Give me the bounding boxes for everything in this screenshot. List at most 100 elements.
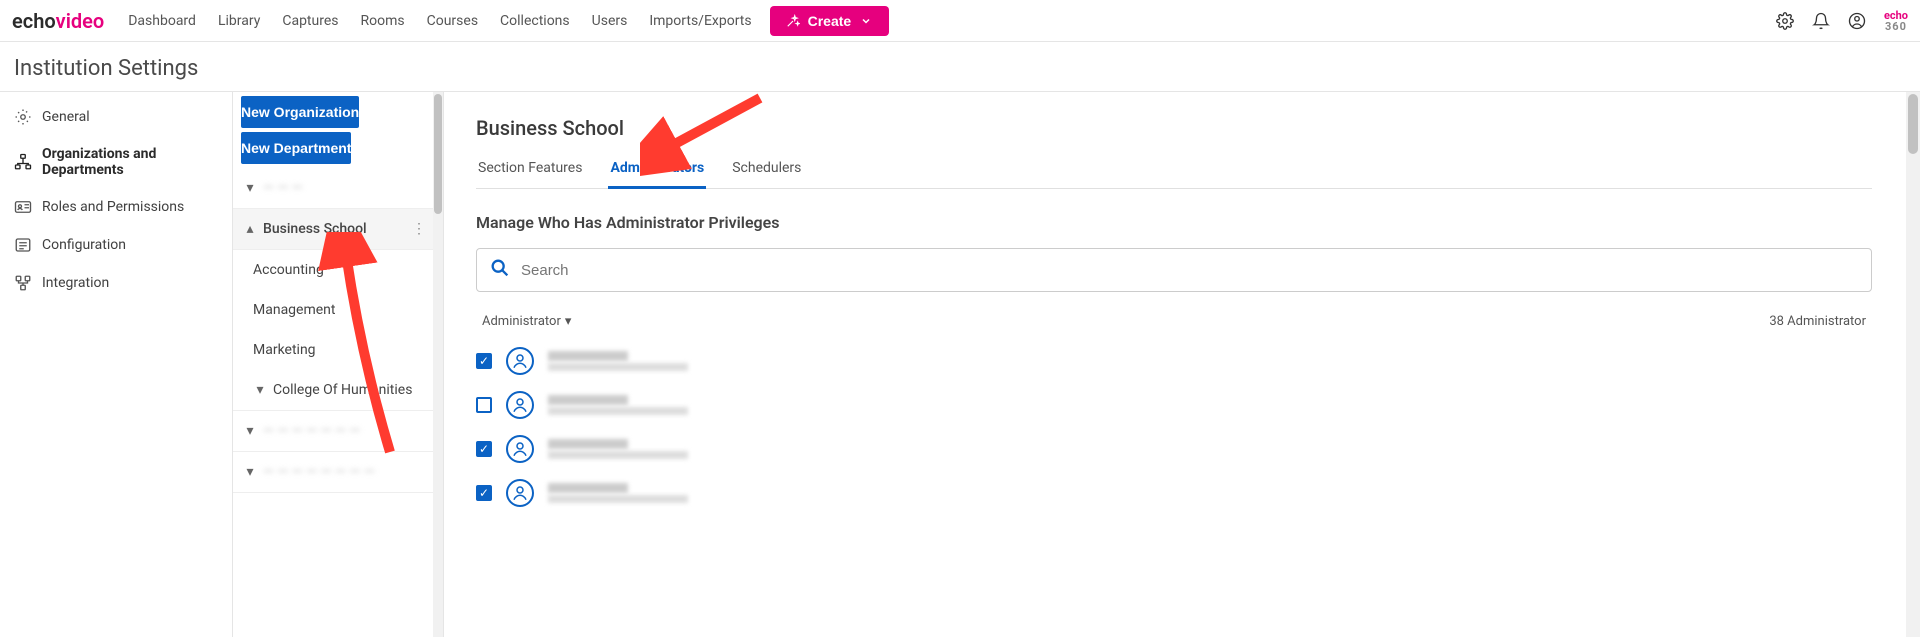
chevron-down-icon: ▾ <box>243 423 257 439</box>
chevron-down-icon: ▾ <box>243 180 257 196</box>
nav-users[interactable]: Users <box>592 13 628 29</box>
nav-library[interactable]: Library <box>218 13 260 29</box>
search-input[interactable] <box>521 262 1859 279</box>
sort-by-administrator[interactable]: Administrator ▾ <box>482 314 571 329</box>
administrator-count: 38 Administrator <box>1769 314 1866 329</box>
org-chart-icon <box>14 153 32 171</box>
main-layout: General Organizations and Departments Ro… <box>0 92 1920 637</box>
notifications-bell-icon[interactable] <box>1812 12 1830 30</box>
org-tree-column: New Organization New Department ▾ — — — … <box>232 92 444 637</box>
sort-label: Administrator <box>482 314 561 329</box>
tree-row-blurred[interactable]: ▾ — — — — — — — — <box>233 452 443 493</box>
tree-row-college-humanities[interactable]: ▾ College Of Humanities <box>233 370 443 411</box>
brand-part1: echo <box>12 9 56 33</box>
tree-row-blurred[interactable]: ▾ — — — — — — — <box>233 411 443 452</box>
search-box[interactable] <box>476 248 1872 292</box>
nav-courses[interactable]: Courses <box>427 13 478 29</box>
nav-links: Dashboard Library Captures Rooms Courses… <box>128 13 751 29</box>
sliders-icon <box>14 236 32 254</box>
tree-row-marketing[interactable]: Marketing <box>233 330 443 370</box>
tree-label: Marketing <box>253 342 316 358</box>
row-text <box>548 351 688 371</box>
sidebar-item-integration[interactable]: Integration <box>0 264 232 302</box>
administrator-row <box>476 427 1872 471</box>
wand-icon <box>784 12 802 30</box>
tree-row-accounting[interactable]: Accounting <box>233 250 443 290</box>
scrollbar-thumb[interactable] <box>1908 94 1918 154</box>
tree-label-blur: — — — — — — — — <box>263 464 375 480</box>
content-tabs: Section Features Administrators Schedule… <box>476 154 1872 189</box>
caret-down-icon: ▾ <box>565 314 572 329</box>
tree-row-root[interactable]: ▾ — — — <box>233 168 443 209</box>
top-nav: echovideo Dashboard Library Captures Roo… <box>0 0 1920 42</box>
tab-schedulers[interactable]: Schedulers <box>730 154 803 188</box>
brand-part2: video <box>56 9 105 33</box>
account-icon[interactable] <box>1848 12 1866 30</box>
page-title: Institution Settings <box>0 42 1920 92</box>
row-text <box>548 483 688 503</box>
sidebar-item-general[interactable]: General <box>0 98 232 136</box>
nav-rooms[interactable]: Rooms <box>361 13 405 29</box>
echo360-logo[interactable]: echo 360 <box>1884 10 1908 32</box>
tree-label: Business School <box>263 221 367 237</box>
kebab-menu-icon[interactable]: ⋮ <box>408 221 430 237</box>
avatar-icon <box>506 347 534 375</box>
new-organization-button[interactable]: New Organization <box>241 96 359 128</box>
nav-dashboard[interactable]: Dashboard <box>128 13 196 29</box>
row-checkbox[interactable] <box>476 441 492 457</box>
nav-captures[interactable]: Captures <box>282 13 338 29</box>
new-department-button[interactable]: New Department <box>241 132 351 164</box>
settings-gear-icon[interactable] <box>1776 12 1794 30</box>
sidebar-item-roles-permissions[interactable]: Roles and Permissions <box>0 188 232 226</box>
administrator-list <box>476 339 1872 515</box>
section-title: Manage Who Has Administrator Privileges <box>476 213 1872 232</box>
list-header: Administrator ▾ 38 Administrator <box>476 310 1872 339</box>
avatar-icon <box>506 391 534 419</box>
row-text <box>548 395 688 415</box>
tree-row-business-school[interactable]: ▴ Business School ⋮ <box>233 209 443 250</box>
avatar-icon <box>506 479 534 507</box>
chevron-down-icon <box>857 12 875 30</box>
topnav-right: echo 360 <box>1776 10 1908 32</box>
sidebar-item-label: General <box>42 109 90 125</box>
content-heading: Business School <box>476 116 1872 140</box>
row-checkbox[interactable] <box>476 485 492 501</box>
sidebar-item-orgs-departments[interactable]: Organizations and Departments <box>0 136 232 188</box>
tree-label: Management <box>253 302 335 318</box>
content-scrollbar[interactable] <box>1906 92 1920 637</box>
scrollbar-thumb[interactable] <box>434 94 442 214</box>
id-card-icon <box>14 198 32 216</box>
nav-collections[interactable]: Collections <box>500 13 570 29</box>
sidebar: General Organizations and Departments Ro… <box>0 92 232 637</box>
tab-section-features[interactable]: Section Features <box>476 154 584 188</box>
sidebar-item-label: Integration <box>42 275 109 291</box>
row-checkbox[interactable] <box>476 353 492 369</box>
sidebar-item-label: Configuration <box>42 237 126 253</box>
tree-label-blur: — — — — — — — <box>263 423 360 439</box>
sidebar-item-label: Organizations and Departments <box>42 146 218 178</box>
gear-icon <box>14 108 32 126</box>
create-label: Create <box>808 13 852 29</box>
content-area: Business School Section Features Adminis… <box>444 92 1920 637</box>
chevron-up-icon: ▴ <box>243 221 257 237</box>
brand-logo[interactable]: echovideo <box>12 9 104 33</box>
nav-imports-exports[interactable]: Imports/Exports <box>649 13 751 29</box>
tree-row-management[interactable]: Management <box>233 290 443 330</box>
tab-administrators[interactable]: Administrators <box>608 154 706 189</box>
tree-label: Accounting <box>253 262 324 278</box>
sidebar-item-label: Roles and Permissions <box>42 199 184 215</box>
chevron-down-icon: ▾ <box>243 464 257 480</box>
sidebar-item-configuration[interactable]: Configuration <box>0 226 232 264</box>
row-checkbox[interactable] <box>476 397 492 413</box>
row-text <box>548 439 688 459</box>
tree-scrollbar[interactable] <box>433 92 443 637</box>
search-icon <box>489 257 521 283</box>
chevron-down-icon: ▾ <box>253 382 267 398</box>
administrator-row <box>476 339 1872 383</box>
administrator-row <box>476 383 1872 427</box>
integration-icon <box>14 274 32 292</box>
create-button[interactable]: Create <box>770 6 890 36</box>
avatar-icon <box>506 435 534 463</box>
administrator-row <box>476 471 1872 515</box>
tree-label: College Of Humanities <box>273 382 412 398</box>
